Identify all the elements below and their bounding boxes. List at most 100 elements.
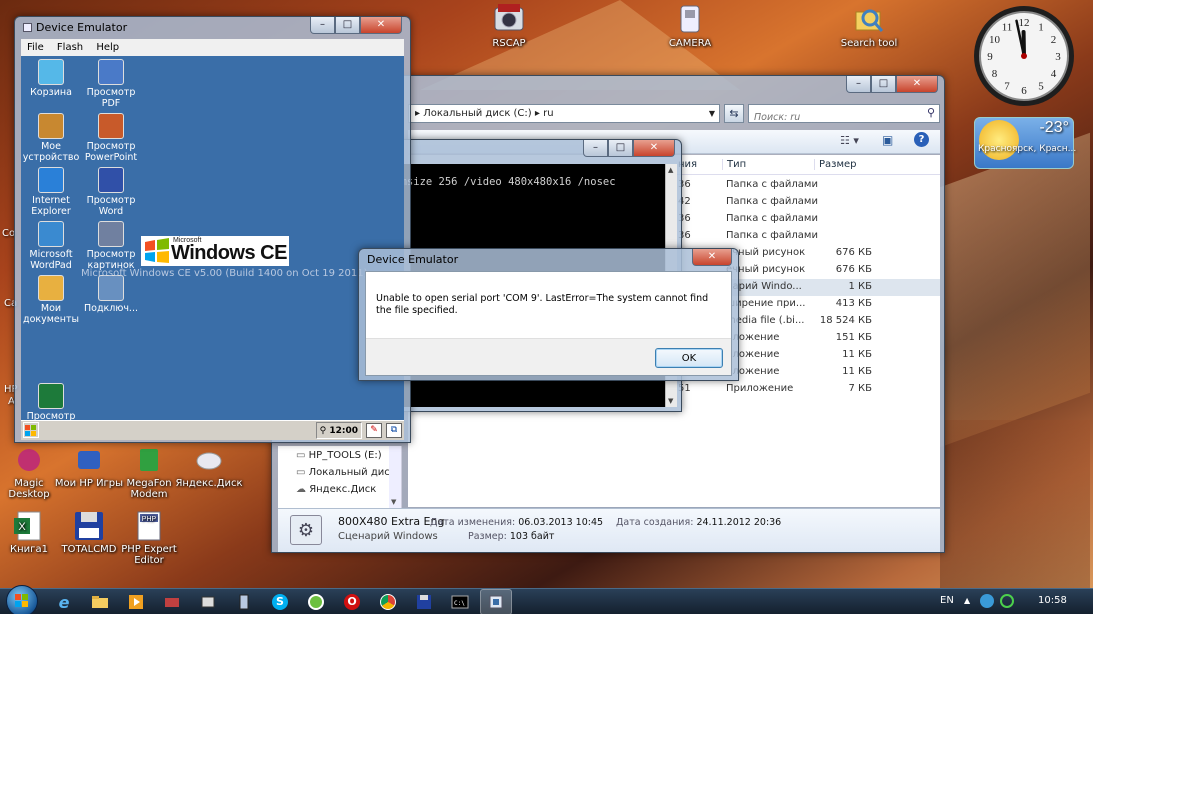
desktop-icon-search-tool[interactable]: Search tool (834, 4, 904, 49)
ce-icon[interactable]: Просмотр PowerPoint (81, 110, 141, 163)
help-icon[interactable]: ? (914, 132, 929, 147)
row-size: 1 КБ (848, 281, 872, 292)
ce-desktop[interactable]: Корзина Просмотр PDF Мое устройство Просмот… (21, 56, 404, 420)
powerpoint-viewer-icon (98, 113, 124, 139)
ce-icon[interactable]: Просмотр (21, 380, 81, 420)
search-box[interactable]: ⚲ (748, 104, 940, 126)
emulator-window-icon (23, 23, 32, 32)
language-indicator[interactable]: EN (940, 595, 954, 606)
breadcrumb-drive[interactable]: Локальный диск (C:) (423, 108, 532, 119)
row-size: 413 КБ (835, 298, 872, 309)
column-header-size[interactable]: Размер (814, 159, 857, 170)
chrome-icon[interactable] (372, 589, 404, 614)
chevron-down-icon[interactable]: ▼ (391, 498, 396, 506)
ce-tray-time[interactable]: 12:00 (329, 426, 358, 436)
row-size: 676 КБ (835, 264, 872, 275)
maximize-button[interactable]: □ (335, 17, 360, 34)
ce-desktop-toggle-icon[interactable]: ⧉ (386, 423, 402, 438)
maximize-button[interactable]: □ (608, 140, 633, 157)
chevron-up-icon[interactable]: ▲ (964, 596, 970, 605)
tree-item-local-disk[interactable]: ▭ Локальный диск (296, 467, 396, 478)
ce-icon[interactable]: Мои документы (21, 272, 81, 325)
dialog-message: Unable to open serial port 'COM 9'. Last… (376, 293, 709, 316)
device-emulator-task-icon[interactable] (480, 589, 512, 614)
cmd-icon[interactable]: C:\ (444, 589, 476, 614)
ce-pen-icon[interactable]: ✎ (366, 423, 382, 438)
ce-tray: ⚲ 12:00 (315, 422, 362, 439)
explorer-folder-icon[interactable] (84, 589, 116, 614)
tree-item-hp-tools[interactable]: ▭ HP_TOOLS (E:) (296, 450, 382, 461)
minimize-button[interactable]: – (583, 140, 608, 157)
ce-icon[interactable]: Корзина (21, 56, 81, 98)
preview-pane-icon[interactable]: ▣ (882, 133, 893, 147)
media-player-icon[interactable] (120, 589, 152, 614)
ce-build-text: Microsoft Windows CE v5.00 (Build 1400 o… (81, 268, 368, 279)
svg-text:PHP: PHP (142, 516, 157, 523)
address-bar[interactable]: ▸ Локальный диск (C:) ▸ ru ▼ (408, 104, 720, 123)
ce-icon[interactable]: Просмотр PDF (81, 56, 141, 109)
breadcrumb-folder[interactable]: ru (543, 108, 553, 119)
ce-icon[interactable]: Просмотр Word (81, 164, 141, 217)
close-button[interactable]: ✕ (360, 17, 402, 34)
breadcrumb-arrow-icon: ▸ (531, 108, 544, 119)
app-icon[interactable] (156, 589, 188, 614)
ce-network-icon: ⚲ (319, 426, 330, 436)
windows-logo-icon (15, 594, 28, 607)
chevron-down-icon[interactable]: ▼ (668, 397, 673, 405)
desktop-icon-yandex-disk[interactable]: Яндекс.Диск (174, 444, 244, 489)
device-app-icon[interactable] (228, 589, 260, 614)
search-icon[interactable]: ⚲ (927, 106, 935, 119)
ok-button[interactable]: OK (655, 348, 723, 368)
ce-icon[interactable]: Internet Explorer (21, 164, 81, 217)
menu-file[interactable]: File (27, 42, 44, 53)
column-header-type[interactable]: Тип (722, 159, 746, 170)
opera-icon[interactable]: O (336, 589, 368, 614)
chevron-up-icon[interactable]: ▲ (668, 166, 673, 174)
desktop-icon-php-editor[interactable]: PHP PHP Expert Editor (114, 510, 184, 566)
chevron-down-icon[interactable]: ▼ (709, 105, 715, 122)
navigation-tree[interactable]: ▭ HP_TOOLS (E:) ▭ Локальный диск ☁ Яндек… (278, 446, 402, 508)
desktop-icon-camera[interactable]: CAMERA (655, 4, 725, 49)
error-dialog[interactable]: Device Emulator ✕ Unable to open serial … (358, 248, 739, 381)
dialog-caption-buttons: ✕ (692, 249, 732, 266)
recycle-bin-icon (38, 59, 64, 85)
tree-scrollbar[interactable]: ▼ (389, 446, 401, 508)
minimize-button[interactable]: – (310, 17, 335, 34)
close-button[interactable]: ✕ (692, 249, 732, 266)
network-icon[interactable] (980, 594, 994, 608)
skype-icon[interactable]: S (264, 589, 296, 614)
menu-help[interactable]: Help (96, 42, 119, 53)
drive-icon: ▭ (296, 467, 309, 478)
menu-flash[interactable]: Flash (57, 42, 83, 53)
weather-gadget[interactable]: -23° Красноярск, Красн... (974, 117, 1076, 169)
tree-item-yandex-disk[interactable]: ☁ Яндекс.Диск (296, 484, 376, 495)
ce-icon[interactable]: Просмотр картинок (81, 218, 141, 271)
hp-games-icon (72, 444, 106, 476)
maximize-button[interactable]: □ (871, 76, 896, 93)
clock-numeral: 11 (1002, 22, 1013, 34)
taskbar-clock[interactable]: 10:58 (1038, 595, 1067, 606)
desktop-icon-rscap[interactable]: RSCAP (474, 4, 544, 49)
clock-gadget[interactable]: 1 2 3 4 5 6 7 8 9 10 11 12 (972, 4, 1076, 108)
emulator-window[interactable]: Device Emulator – □ ✕ File Flash Help Ко… (14, 16, 411, 443)
start-button[interactable] (6, 585, 38, 614)
ce-icon[interactable]: Мое устройство (21, 110, 81, 163)
close-button[interactable]: ✕ (896, 76, 938, 93)
emulator-menubar: File Flash Help (21, 39, 404, 56)
row-size: 676 КБ (835, 247, 872, 258)
ce-start-icon[interactable] (23, 422, 39, 438)
view-options-icon[interactable]: ☷ ▾ (840, 134, 859, 147)
clock-numeral: 8 (992, 68, 998, 80)
refresh-icon[interactable]: ⇆ (724, 104, 744, 123)
floppy-app-icon[interactable] (408, 589, 440, 614)
music-app-icon[interactable] (300, 589, 332, 614)
wallpaper-shard (940, 420, 1090, 590)
tray-app-icon[interactable] (1000, 594, 1014, 608)
minimize-button[interactable]: – (846, 76, 871, 93)
ce-icon[interactable]: Microsoft WordPad (21, 218, 81, 271)
search-input[interactable] (749, 109, 914, 126)
camera-app-icon[interactable] (192, 589, 224, 614)
close-button[interactable]: ✕ (633, 140, 675, 157)
windows-flag-icon (145, 238, 169, 263)
ie-icon[interactable]: e (48, 589, 80, 614)
